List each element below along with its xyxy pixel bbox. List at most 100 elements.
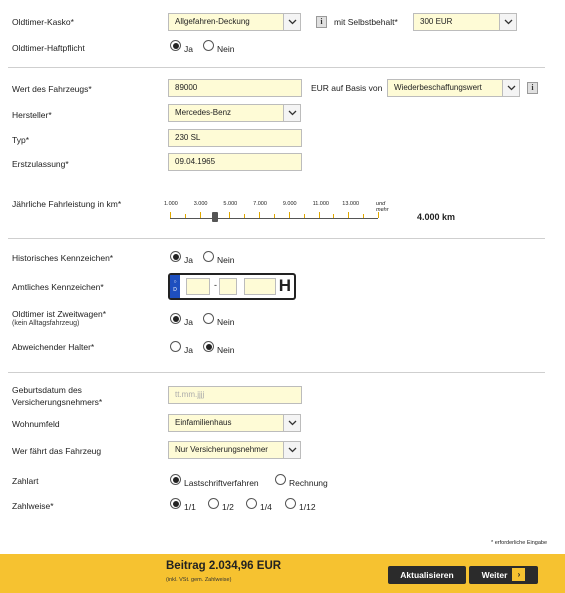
slider-tick bbox=[229, 212, 231, 218]
historisch-no-label: Nein bbox=[217, 254, 235, 265]
slider-track bbox=[170, 218, 378, 219]
update-button[interactable]: Aktualisieren bbox=[388, 566, 466, 584]
slider-scale-label: 9.000 bbox=[282, 201, 297, 207]
divider bbox=[8, 67, 545, 68]
next-button[interactable]: Weiter › bbox=[469, 566, 538, 584]
fahrer-select[interactable]: Nur Versicherungsnehmer bbox=[168, 441, 301, 459]
slider-tick bbox=[170, 212, 171, 218]
divider bbox=[8, 238, 545, 239]
radio-unchecked-icon bbox=[246, 498, 257, 509]
slider-scale-label: 1.000 bbox=[164, 201, 178, 207]
slider-tick bbox=[184, 214, 186, 218]
zweitwagen-label: Oldtimer ist Zweitwagen* (kein Alltagsfa… bbox=[12, 309, 106, 327]
selbstbehalt-label: mit Selbstbehalt* bbox=[334, 17, 398, 27]
kasko-select-value: Allgefahren-Deckung bbox=[175, 17, 250, 26]
typ-label: Typ* bbox=[12, 135, 30, 145]
plate-district-field[interactable] bbox=[186, 278, 210, 295]
fahrleistung-value: 4.000 km bbox=[417, 212, 456, 222]
historisch-yes-label: Ja bbox=[184, 254, 193, 265]
basis-select-value: Wiederbeschaffungswert bbox=[394, 83, 482, 92]
halter-label: Abweichender Halter* bbox=[12, 342, 95, 352]
halter-no-radio[interactable]: Nein bbox=[203, 341, 234, 355]
radio-unchecked-icon bbox=[170, 341, 181, 352]
plate-h-suffix: H bbox=[278, 276, 291, 295]
halter-yes-label: Ja bbox=[184, 344, 193, 355]
slider-tick bbox=[363, 214, 365, 218]
basis-select[interactable]: Wiederbeschaffungswert bbox=[387, 79, 520, 97]
beitrag-note: (inkl. VSt. gem. Zahlweise) bbox=[166, 577, 232, 583]
zahlart-rechnung-label: Rechnung bbox=[289, 477, 328, 488]
kasko-label: Oldtimer-Kasko* bbox=[12, 17, 74, 27]
erstzulassung-input[interactable]: 09.04.1965 bbox=[168, 153, 302, 171]
slider-tick bbox=[288, 212, 290, 218]
next-button-label: Weiter bbox=[481, 570, 508, 580]
erstzulassung-label: Erstzulassung* bbox=[12, 159, 69, 169]
zahlweise-4-label: 1/4 bbox=[260, 501, 272, 512]
fahrzeugwert-input[interactable]: 89000 bbox=[168, 79, 302, 97]
radio-unchecked-icon bbox=[275, 474, 286, 485]
plate-number-field[interactable] bbox=[244, 278, 276, 295]
slider-tick bbox=[303, 214, 305, 218]
zahlweise-1-radio[interactable]: 1/1 bbox=[170, 498, 196, 512]
wohnumfeld-select[interactable]: Einfamilienhaus bbox=[168, 414, 301, 432]
info-icon[interactable]: i bbox=[527, 82, 538, 94]
amtlich-label: Amtliches Kennzeichen* bbox=[12, 282, 104, 292]
chevron-right-icon: › bbox=[512, 568, 526, 582]
kasko-select[interactable]: Allgefahren-Deckung bbox=[168, 13, 301, 31]
geburtsdatum-input[interactable]: tt.mm.jjjj bbox=[168, 386, 302, 404]
zahlart-lastschrift-radio[interactable]: Lastschriftverfahren bbox=[170, 474, 259, 488]
chevron-down-icon bbox=[283, 105, 300, 121]
selbstbehalt-select[interactable]: 300 EUR bbox=[413, 13, 517, 31]
zahlart-label: Zahlart bbox=[12, 476, 39, 486]
chevron-down-icon bbox=[283, 442, 300, 458]
chevron-down-icon bbox=[499, 14, 516, 30]
beitrag-total: Beitrag 2.034,96 EUR bbox=[166, 560, 282, 572]
slider-scale-label: 13.000 bbox=[342, 201, 360, 207]
radio-unchecked-icon bbox=[203, 251, 214, 262]
zahlweise-1-label: 1/1 bbox=[184, 501, 196, 512]
chevron-down-icon bbox=[283, 14, 300, 30]
slider-tick bbox=[318, 212, 320, 218]
slider-handle[interactable] bbox=[211, 212, 218, 222]
geburtsdatum-label: Geburtsdatum des Versicherungsnehmers* bbox=[12, 384, 102, 408]
slider-scale-label: 11.000 bbox=[312, 201, 329, 207]
fahrleistung-label: Jährliche Fahrleistung in km* bbox=[12, 199, 122, 209]
slider-scale-label: 5.000 bbox=[223, 201, 238, 207]
hersteller-select[interactable]: Mercedes-Benz bbox=[168, 104, 301, 122]
radio-checked-icon bbox=[170, 498, 181, 509]
zahlart-rechnung-radio[interactable]: Rechnung bbox=[275, 474, 328, 488]
zweitwagen-yes-radio[interactable]: Ja bbox=[170, 313, 193, 327]
wohnumfeld-select-value: Einfamilienhaus bbox=[175, 418, 232, 427]
hersteller-label: Hersteller* bbox=[12, 110, 52, 120]
radio-unchecked-icon bbox=[285, 498, 296, 509]
zahlweise-12-radio[interactable]: 1/12 bbox=[285, 498, 316, 512]
halter-yes-radio[interactable]: Ja bbox=[170, 341, 193, 355]
haftpflicht-label: Oldtimer-Haftpflicht bbox=[12, 43, 85, 53]
historisch-yes-radio[interactable]: Ja bbox=[170, 251, 193, 265]
slider-tick bbox=[333, 214, 335, 218]
radio-unchecked-icon bbox=[203, 40, 214, 51]
haftpflicht-no-radio[interactable]: Nein bbox=[203, 40, 235, 54]
haftpflicht-yes-radio[interactable]: Ja bbox=[170, 40, 193, 54]
fahrer-select-value: Nur Versicherungsnehmer bbox=[175, 445, 268, 454]
zahlweise-label: Zahlweise* bbox=[12, 501, 54, 511]
historisch-no-radio[interactable]: Nein bbox=[203, 251, 235, 265]
geburtsdatum-label-line2: Versicherungsnehmers* bbox=[12, 397, 103, 407]
zahlweise-4-radio[interactable]: 1/4 bbox=[246, 498, 272, 512]
eu-plate-icon: ○ D bbox=[170, 275, 180, 298]
radio-checked-icon bbox=[170, 474, 181, 485]
plate-country: D bbox=[173, 287, 177, 293]
zweitwagen-no-radio[interactable]: Nein bbox=[203, 313, 234, 327]
info-icon[interactable]: i bbox=[316, 16, 327, 28]
slider-tick bbox=[259, 212, 261, 218]
zweitwagen-yes-label: Ja bbox=[184, 316, 193, 327]
basis-label: EUR auf Basis von bbox=[311, 83, 383, 93]
license-plate-input: ○ D - H bbox=[168, 273, 296, 300]
zahlweise-2-radio[interactable]: 1/2 bbox=[208, 498, 234, 512]
typ-input[interactable]: 230 SL bbox=[168, 129, 302, 147]
hersteller-select-value: Mercedes-Benz bbox=[175, 108, 232, 117]
fahrleistung-slider[interactable]: 1.000 3.000 5.000 7.000 9.000 11.000 13.000 und… bbox=[164, 199, 389, 227]
radio-unchecked-icon bbox=[203, 313, 214, 324]
plate-letters-field[interactable] bbox=[219, 278, 237, 295]
haftpflicht-no-label: Nein bbox=[217, 43, 235, 54]
